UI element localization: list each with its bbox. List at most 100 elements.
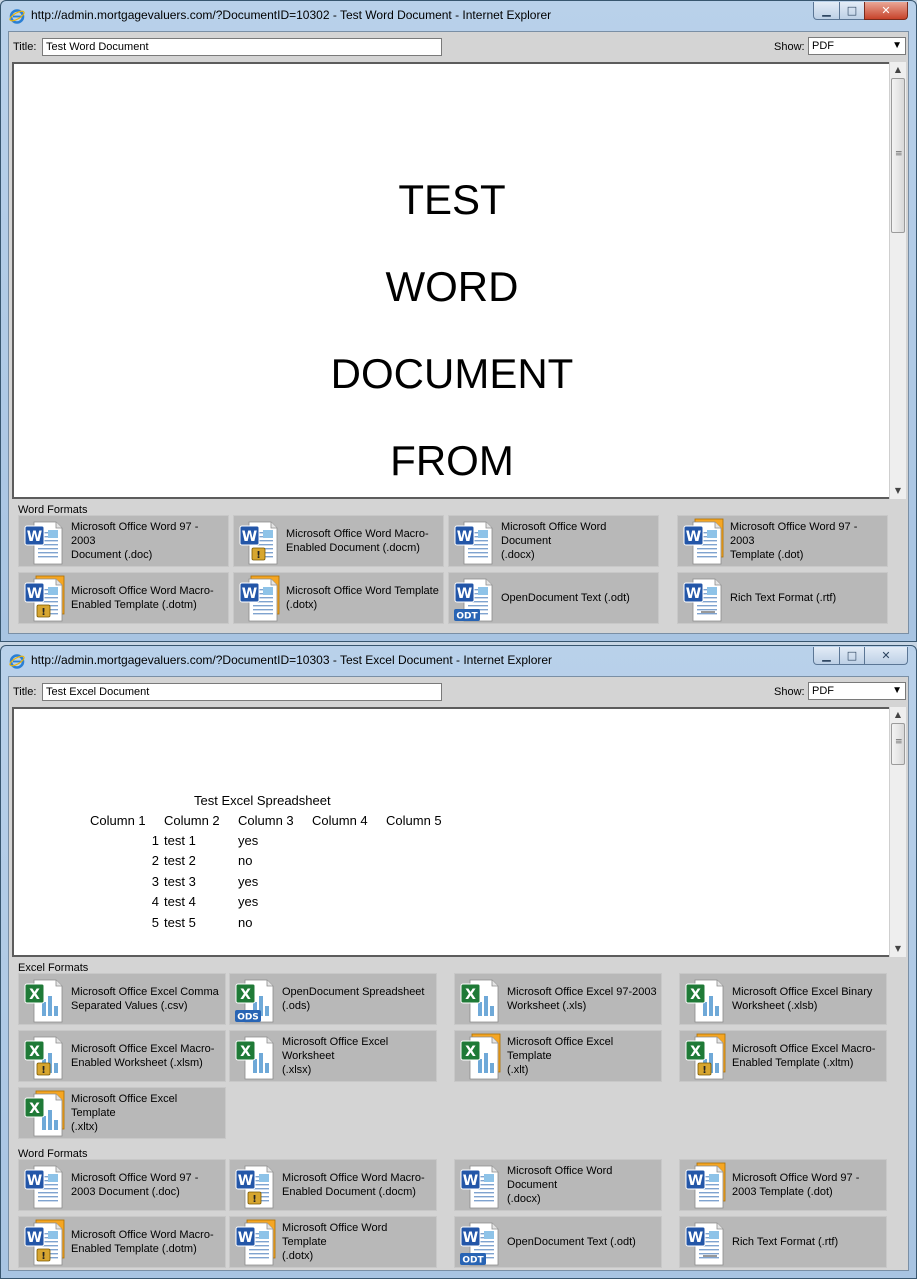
format-label-line2: Enabled Document (.docm) bbox=[286, 542, 420, 554]
format-label-line2: (.ods) bbox=[282, 1000, 311, 1012]
vertical-scrollbar[interactable]: ▲ ▼ bbox=[889, 62, 906, 499]
svg-text:W: W bbox=[242, 586, 257, 602]
format-option[interactable]: X Microsoft Office Excel Template (.xltx) bbox=[18, 1087, 226, 1139]
excel-csv-icon: X bbox=[22, 976, 68, 1024]
close-button[interactable]: ✕ bbox=[864, 2, 908, 20]
vertical-scrollbar[interactable]: ▲ ▼ bbox=[889, 707, 906, 957]
format-option[interactable]: W! Microsoft Office Word Macro- Enabled Do… bbox=[229, 1159, 437, 1211]
format-option[interactable]: W! Microsoft Office Word Macro- Enabled Te… bbox=[18, 1216, 226, 1268]
title-bar[interactable]: http://admin.mortgagevaluers.com/?Docume… bbox=[1, 646, 916, 676]
format-label-line1: Microsoft Office Excel Comma bbox=[71, 986, 219, 998]
format-label: Microsoft Office Excel Macro- Enabled Tem… bbox=[732, 1031, 883, 1081]
svg-text:X: X bbox=[29, 1101, 40, 1117]
maximize-button[interactable]: □ bbox=[839, 2, 865, 20]
scroll-down-icon[interactable]: ▼ bbox=[890, 483, 906, 499]
close-button[interactable]: ✕ bbox=[864, 647, 908, 665]
format-option[interactable]: W Microsoft Office Word Template (.dotx) bbox=[233, 572, 444, 624]
format-label-line2: Enabled Template (.dotm) bbox=[71, 1243, 197, 1255]
format-label-line2: Enabled Template (.xltm) bbox=[732, 1057, 854, 1069]
format-option[interactable]: W! Microsoft Office Word Macro- Enabled Do… bbox=[233, 515, 444, 567]
format-option[interactable]: W Microsoft Office Word 97 - 2003 Template… bbox=[679, 1159, 887, 1211]
row-name: test 3 bbox=[164, 873, 196, 889]
format-label-line2: Separated Values (.csv) bbox=[71, 1000, 188, 1012]
svg-text:W: W bbox=[238, 1230, 253, 1246]
format-option[interactable]: W! Microsoft Office Word Macro- Enabled Te… bbox=[18, 572, 229, 624]
svg-text:X: X bbox=[240, 1044, 251, 1060]
format-label: Microsoft Office Excel Worksheet (.xlsx) bbox=[282, 1031, 433, 1081]
format-label: OpenDocument Text (.odt) bbox=[507, 1217, 658, 1267]
format-label-line1: Microsoft Office Excel Worksheet bbox=[282, 1036, 389, 1062]
format-option[interactable]: W Microsoft Office Word Template (.dotx) bbox=[229, 1216, 437, 1268]
svg-text:X: X bbox=[465, 987, 476, 1003]
format-label-line1: Rich Text Format (.rtf) bbox=[730, 592, 837, 604]
title-input[interactable]: Test Excel Document bbox=[42, 683, 442, 701]
format-option[interactable]: W Microsoft Office Word 97 - 2003 Template… bbox=[677, 515, 888, 567]
svg-text:W: W bbox=[457, 586, 472, 602]
maximize-button[interactable]: □ bbox=[839, 647, 865, 665]
spreadsheet-preview: Test Excel Spreadsheet Column 1 Column 2… bbox=[12, 707, 889, 957]
row-flag: yes bbox=[238, 894, 259, 910]
minimize-button[interactable]: ▁ bbox=[813, 2, 840, 20]
format-label: OpenDocument Text (.odt) bbox=[501, 573, 655, 623]
svg-text:W: W bbox=[688, 1173, 703, 1189]
format-option[interactable]: X Microsoft Office Excel Template (.xlt) bbox=[454, 1030, 662, 1082]
format-option[interactable]: X Microsoft Office Excel Binary Worksheet … bbox=[679, 973, 887, 1025]
format-option[interactable]: W Rich Text Format (.rtf) bbox=[677, 572, 888, 624]
format-option[interactable]: W Rich Text Format (.rtf) bbox=[679, 1216, 887, 1268]
show-format-select[interactable]: PDF ▼ bbox=[808, 682, 906, 700]
format-option[interactable]: X Microsoft Office Excel Worksheet (.xlsx) bbox=[229, 1030, 437, 1082]
show-format-select[interactable]: PDF ▼ bbox=[808, 37, 906, 55]
show-format-value: PDF bbox=[812, 685, 834, 697]
column-header: Column 3 bbox=[238, 813, 294, 828]
format-option[interactable]: W ODT OpenDocument Text (.odt) bbox=[448, 572, 659, 624]
scroll-thumb[interactable] bbox=[891, 78, 905, 233]
word-doc-icon: W bbox=[22, 518, 68, 566]
format-label: Microsoft Office Excel Binary Worksheet (… bbox=[732, 974, 883, 1024]
scroll-down-icon[interactable]: ▼ bbox=[890, 941, 906, 957]
format-option[interactable]: X! Microsoft Office Excel Macro- Enabled T… bbox=[679, 1030, 887, 1082]
format-label: Microsoft Office Excel Macro- Enabled Wor… bbox=[71, 1031, 222, 1081]
document-line: FROM bbox=[390, 437, 514, 484]
format-option[interactable]: X ODS OpenDocument Spreadsheet (.ods) bbox=[229, 973, 437, 1025]
word-docm-icon: W! bbox=[233, 1162, 279, 1210]
format-label-line2: Enabled Template (.dotm) bbox=[71, 599, 197, 611]
svg-text:W: W bbox=[27, 586, 42, 602]
excel-xltx-icon: X bbox=[22, 1090, 68, 1138]
format-label-line1: Microsoft Office Word 97 - 2003 bbox=[71, 521, 199, 547]
word-dot-icon: W bbox=[681, 518, 727, 566]
format-label: Microsoft Office Word 97 - 2003 Template … bbox=[730, 516, 884, 566]
format-option[interactable]: W Microsoft Office Word Document (.docx) bbox=[448, 515, 659, 567]
format-option[interactable]: X Microsoft Office Excel 97-2003 Worksheet… bbox=[454, 973, 662, 1025]
svg-text:!: ! bbox=[252, 1194, 257, 1205]
format-option[interactable]: W ODT OpenDocument Text (.odt) bbox=[454, 1216, 662, 1268]
svg-text:X: X bbox=[240, 987, 251, 1003]
format-label-line2: Enabled Worksheet (.xlsm) bbox=[71, 1057, 203, 1069]
svg-text:X: X bbox=[690, 1044, 701, 1060]
format-label-line1: Microsoft Office Word Template bbox=[282, 1222, 388, 1248]
format-option[interactable]: W Microsoft Office Word Document (.docx) bbox=[454, 1159, 662, 1211]
format-option[interactable]: W Microsoft Office Word 97 - 2003 Document… bbox=[18, 1159, 226, 1211]
format-label: Microsoft Office Word Macro- Enabled Docu… bbox=[286, 516, 440, 566]
window-content: Title: Test Word Document Show: PDF ▼ TE… bbox=[8, 31, 909, 634]
format-label: Microsoft Office Excel Comma Separated Va… bbox=[71, 974, 222, 1024]
internet-explorer-icon bbox=[9, 654, 25, 669]
svg-text:X: X bbox=[465, 1044, 476, 1060]
scroll-up-icon[interactable]: ▲ bbox=[890, 707, 906, 723]
minimize-button[interactable]: ▁ bbox=[813, 647, 840, 665]
format-option[interactable]: X Microsoft Office Excel Comma Separated V… bbox=[18, 973, 226, 1025]
title-bar[interactable]: http://admin.mortgagevaluers.com/?Docume… bbox=[1, 1, 916, 31]
document-preview: TEST WORD DOCUMENT FROM bbox=[12, 62, 889, 499]
svg-text:W: W bbox=[686, 586, 701, 602]
word-dotx-icon: W bbox=[237, 575, 283, 623]
format-option[interactable]: X! Microsoft Office Excel Macro- Enabled W… bbox=[18, 1030, 226, 1082]
column-header: Column 4 bbox=[312, 813, 368, 828]
scroll-thumb[interactable] bbox=[891, 723, 905, 765]
format-label-line1: Rich Text Format (.rtf) bbox=[732, 1236, 839, 1248]
rtf-icon: W bbox=[683, 1219, 729, 1267]
row-number: 3 bbox=[151, 873, 159, 889]
title-input[interactable]: Test Word Document bbox=[42, 38, 442, 56]
format-label-line2: Worksheet (.xls) bbox=[507, 1000, 587, 1012]
format-option[interactable]: W Microsoft Office Word 97 - 2003 Document… bbox=[18, 515, 229, 567]
window-title: http://admin.mortgagevaluers.com/?Docume… bbox=[31, 653, 553, 667]
scroll-up-icon[interactable]: ▲ bbox=[890, 62, 906, 78]
